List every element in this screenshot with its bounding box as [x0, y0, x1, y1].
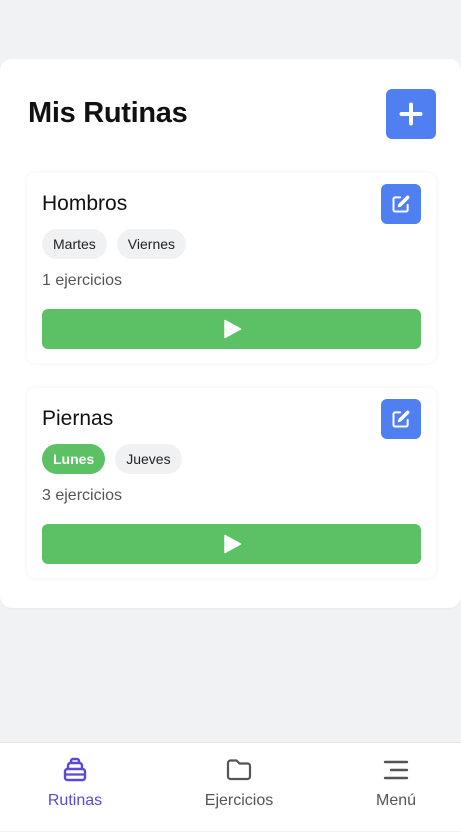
- edit-icon: [392, 410, 410, 428]
- play-icon: [223, 534, 241, 554]
- nav-label: Rutinas: [47, 792, 103, 809]
- nav-item-ejercicios[interactable]: Ejercicios: [194, 743, 284, 832]
- day-tag: Martes: [42, 229, 107, 259]
- routine-name: Piernas: [42, 407, 114, 430]
- day-tags: Martes Viernes: [42, 229, 187, 259]
- day-tag: Viernes: [116, 229, 187, 259]
- page-title: Mis Rutinas: [28, 97, 188, 129]
- exercise-count: 3 ejercicios: [42, 487, 123, 504]
- add-routine-button[interactable]: [386, 89, 436, 139]
- start-routine-button[interactable]: [42, 524, 421, 564]
- edit-routine-button[interactable]: [381, 184, 421, 224]
- routine-card: Hombros Martes Viernes 1 ejercicios: [27, 173, 436, 363]
- dumbbell-stack-icon: [63, 757, 87, 782]
- day-tag: Jueves: [115, 444, 182, 474]
- day-tag-active: Lunes: [42, 444, 106, 474]
- edit-icon: [392, 195, 410, 213]
- nav-item-rutinas[interactable]: Rutinas: [40, 743, 110, 832]
- day-tags: Lunes Jueves: [42, 444, 182, 474]
- edit-routine-button[interactable]: [381, 399, 421, 439]
- routine-name: Hombros: [42, 192, 128, 215]
- bottom-nav: Rutinas Ejercicios Menú: [0, 742, 461, 831]
- play-icon: [223, 319, 241, 339]
- exercise-count: 1 ejercicios: [42, 272, 123, 289]
- routine-card: Piernas Lunes Jueves 3 ejercicios: [27, 388, 436, 578]
- start-routine-button[interactable]: [42, 309, 421, 349]
- folder-icon: [226, 759, 252, 781]
- nav-label: Ejercicios: [204, 792, 274, 809]
- nav-label: Menú: [375, 792, 417, 809]
- plus-icon: [399, 102, 423, 126]
- menu-icon: [383, 760, 409, 780]
- nav-item-menu[interactable]: Menú: [366, 743, 426, 832]
